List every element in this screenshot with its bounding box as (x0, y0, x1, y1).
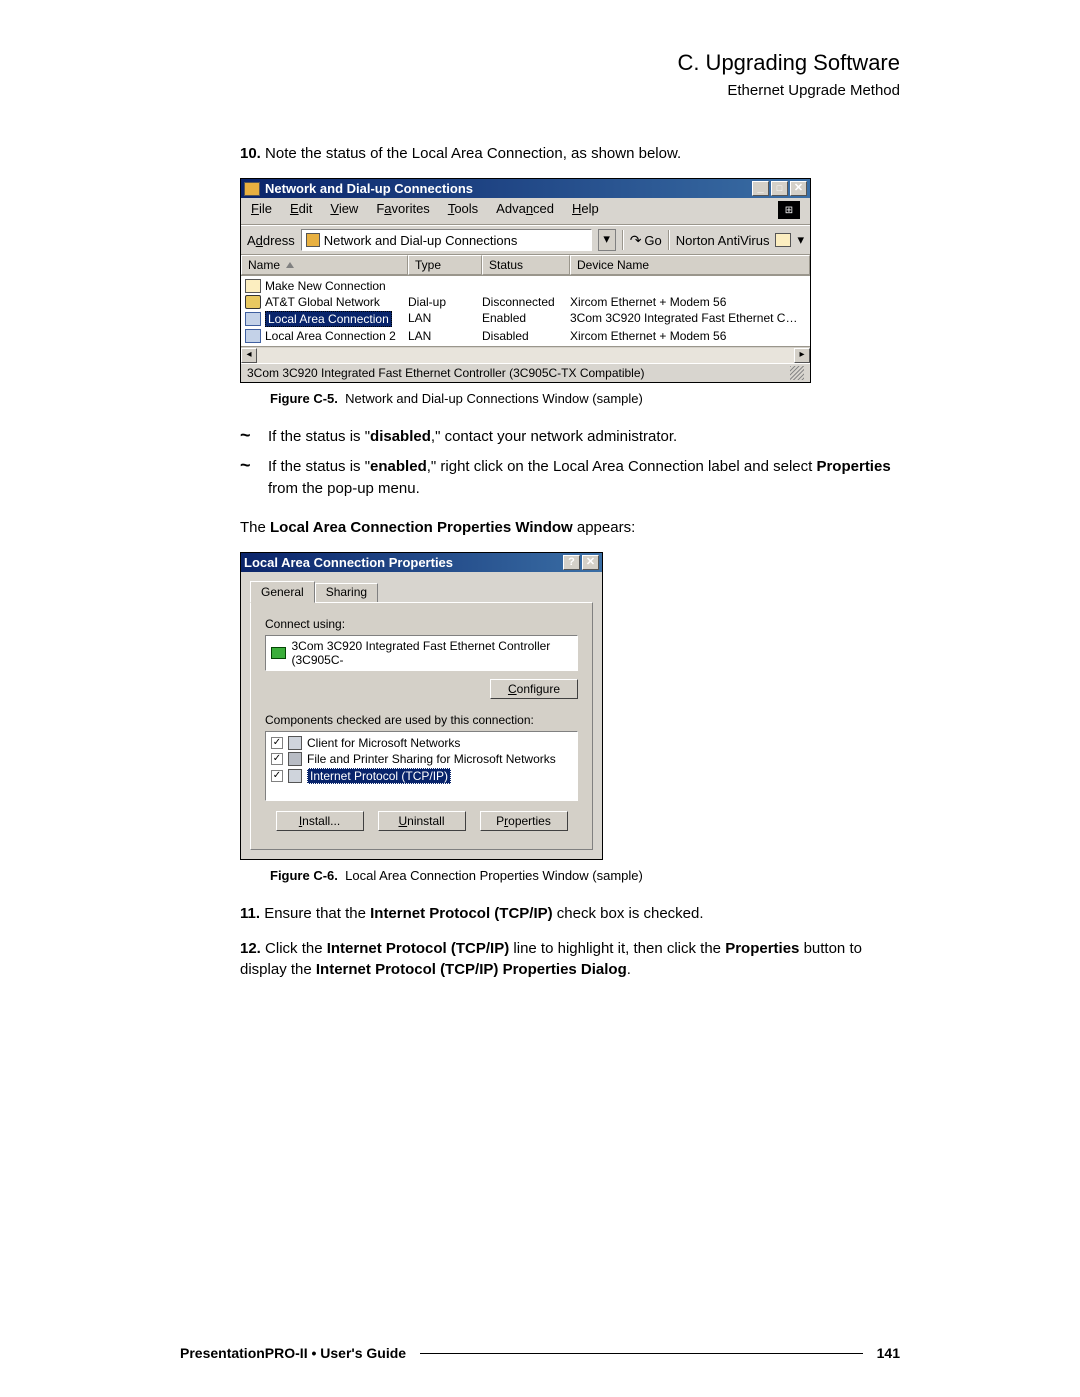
address-dropdown-button[interactable]: ▾ (598, 229, 616, 251)
client-icon (288, 736, 302, 750)
dialup-icon (245, 295, 261, 309)
windows-flag-icon[interactable]: ⊞ (778, 201, 800, 219)
protocol-icon (288, 769, 302, 783)
scroll-left-button[interactable]: ◂ (241, 348, 257, 363)
titlebar[interactable]: Local Area Connection Properties ? ✕ (241, 553, 602, 572)
tab-panel: Connect using: 3Com 3C920 Integrated Fas… (250, 602, 593, 850)
footer-rule (420, 1353, 863, 1354)
column-headers: Name Type Status Device Name (241, 255, 810, 276)
components-label: Components checked are used by this conn… (265, 713, 578, 727)
menu-advanced[interactable]: Advanced (496, 201, 554, 219)
list-item[interactable]: AT&T Global Network Dial-up Disconnected… (241, 294, 810, 310)
network-connections-window: Network and Dial-up Connections _ □ ✕ Fi… (240, 178, 811, 383)
adapter-field[interactable]: 3Com 3C920 Integrated Fast Ethernet Cont… (265, 635, 578, 671)
list-item[interactable]: Make New Connection (241, 278, 810, 294)
figure-caption-c6: Figure C-6. Local Area Connection Proper… (270, 868, 900, 883)
close-button[interactable]: ✕ (582, 555, 599, 570)
address-value: Network and Dial-up Connections (324, 233, 518, 248)
col-type[interactable]: Type (408, 255, 482, 275)
tilde-bullet-icon: ~ (240, 456, 268, 500)
nic-icon (271, 647, 286, 659)
page-title: C. Upgrading Software (240, 50, 900, 76)
col-device[interactable]: Device Name (570, 255, 810, 275)
norton-label: Norton AntiVirus (676, 233, 770, 248)
step-10: 10. Note the status of the Local Area Co… (240, 143, 900, 164)
list-item[interactable]: Local Area Connection LAN Enabled 3Com 3… (241, 310, 810, 328)
bullet-item: ~ If the status is "disabled," contact y… (240, 426, 900, 448)
step-text: Note the status of the Local Area Connec… (265, 145, 681, 162)
folder-icon (244, 182, 260, 196)
toolbar: Address Network and Dial-up Connections … (241, 225, 810, 255)
page-subtitle: Ethernet Upgrade Method (240, 82, 900, 99)
checkbox[interactable]: ✓ (271, 753, 283, 765)
col-name[interactable]: Name (241, 255, 408, 275)
menu-favorites[interactable]: Favorites (376, 201, 429, 219)
lan-properties-window: Local Area Connection Properties ? ✕ Gen… (240, 552, 603, 860)
help-button[interactable]: ? (563, 555, 580, 570)
go-button[interactable]: ↷ Go (630, 232, 662, 249)
connect-using-label: Connect using: (265, 617, 578, 631)
close-button[interactable]: ✕ (790, 181, 807, 196)
step-12: 12. Click the Internet Protocol (TCP/IP)… (240, 938, 900, 980)
tab-general[interactable]: General (250, 581, 315, 603)
sort-asc-icon (286, 262, 294, 268)
minimize-button[interactable]: _ (752, 181, 769, 196)
address-label: Address (247, 233, 295, 248)
tilde-bullet-icon: ~ (240, 426, 268, 448)
adapter-name: 3Com 3C920 Integrated Fast Ethernet Cont… (292, 639, 573, 667)
list-item[interactable]: ✓ File and Printer Sharing for Microsoft… (271, 752, 572, 766)
checkbox[interactable]: ✓ (271, 770, 283, 782)
menu-file[interactable]: File (251, 201, 272, 219)
col-status[interactable]: Status (482, 255, 570, 275)
scroll-right-button[interactable]: ▸ (794, 348, 810, 363)
scroll-track[interactable] (257, 348, 794, 363)
properties-button[interactable]: Properties (480, 811, 568, 831)
paragraph: The Local Area Connection Properties Win… (240, 517, 900, 538)
bullet-item: ~ If the status is "enabled," right clic… (240, 456, 900, 500)
menu-tools[interactable]: Tools (448, 201, 478, 219)
horizontal-scrollbar[interactable]: ◂ ▸ (241, 346, 810, 363)
status-text: 3Com 3C920 Integrated Fast Ethernet Cont… (247, 366, 790, 380)
connection-list: Make New Connection AT&T Global Network … (241, 276, 810, 346)
norton-icon[interactable] (775, 233, 791, 247)
list-item[interactable]: Local Area Connection 2 LAN Disabled Xir… (241, 328, 810, 344)
list-item[interactable]: ✓ Internet Protocol (TCP/IP) (271, 768, 572, 784)
menu-edit[interactable]: Edit (290, 201, 312, 219)
go-label: Go (644, 233, 661, 248)
chevron-down-icon[interactable]: ▾ (797, 232, 804, 248)
resize-grip-icon[interactable] (790, 366, 804, 380)
page-footer: PresentationPRO-II • User's Guide 141 (0, 1345, 1080, 1361)
step-11: 11. Ensure that the Internet Protocol (T… (240, 903, 900, 924)
menubar: File Edit View Favorites Tools Advanced … (241, 198, 810, 225)
menu-view[interactable]: View (330, 201, 358, 219)
list-item[interactable]: ✓ Client for Microsoft Networks (271, 736, 572, 750)
page-number: 141 (877, 1345, 900, 1361)
configure-button[interactable]: Configure (490, 679, 578, 699)
statusbar: 3Com 3C920 Integrated Fast Ethernet Cont… (241, 363, 810, 382)
uninstall-button[interactable]: Uninstall (378, 811, 466, 831)
address-input[interactable]: Network and Dial-up Connections (301, 229, 592, 251)
doc-title: PresentationPRO-II • User's Guide (180, 1345, 406, 1361)
step-num: 10. (240, 145, 261, 162)
new-connection-icon (245, 279, 261, 293)
go-arrow-icon: ↷ (630, 232, 642, 249)
install-button[interactable]: Install... (276, 811, 364, 831)
folder-icon (306, 233, 320, 247)
figure-caption-c5: Figure C-5. Network and Dial-up Connecti… (270, 391, 900, 406)
tabbar: General Sharing (241, 572, 602, 602)
titlebar[interactable]: Network and Dial-up Connections _ □ ✕ (241, 179, 810, 198)
window-title: Local Area Connection Properties (244, 555, 561, 570)
maximize-button[interactable]: □ (771, 181, 788, 196)
lan-icon (245, 329, 261, 343)
components-list: ✓ Client for Microsoft Networks ✓ File a… (265, 731, 578, 801)
printer-share-icon (288, 752, 302, 766)
menu-help[interactable]: Help (572, 201, 599, 219)
window-title: Network and Dial-up Connections (265, 181, 750, 196)
lan-icon (245, 312, 261, 326)
checkbox[interactable]: ✓ (271, 737, 283, 749)
